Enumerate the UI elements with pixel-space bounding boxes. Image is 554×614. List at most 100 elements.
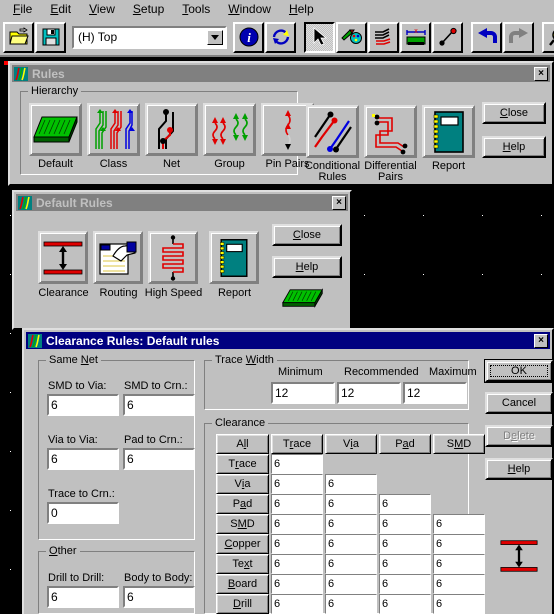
color-settings-button[interactable]	[336, 21, 367, 53]
default-rules-help-button[interactable]: Help	[272, 256, 342, 278]
trace-width-minimum-field[interactable]: 12	[271, 382, 335, 404]
layer-combo[interactable]: (H) Top	[72, 25, 227, 49]
menu-item-setup[interactable]: Setup	[124, 1, 173, 18]
tile-class[interactable]	[87, 103, 140, 156]
matrix-cell-drill-pad[interactable]: 6	[379, 594, 431, 614]
tile-default-report[interactable]	[209, 231, 259, 284]
save-file-button[interactable]	[35, 21, 66, 53]
matrix-cell-smd-via[interactable]: 6	[325, 514, 377, 534]
matrix-corner-all-button[interactable]: All	[216, 434, 269, 454]
smd-to-crn-field[interactable]: 6	[123, 394, 195, 416]
menu-item-view[interactable]: View	[80, 1, 124, 18]
tile-label-routing: Routing	[99, 287, 138, 299]
via-to-via-field[interactable]: 6	[47, 448, 119, 470]
matrix-cell-pad-trace[interactable]: 6	[271, 494, 323, 514]
svg-text:x: x	[414, 28, 418, 35]
rules-titlebar[interactable]: Rules ×	[12, 65, 550, 82]
matrix-col-pad-button[interactable]: Pad	[379, 434, 431, 454]
matrix-cell-board-trace[interactable]: 6	[271, 574, 323, 594]
matrix-col-trace-button[interactable]: Tr ace	[271, 434, 323, 454]
tile-net[interactable]	[145, 103, 198, 156]
drill-to-drill-field[interactable]: 6	[47, 586, 119, 608]
matrix-row-trace-button[interactable]: Tr ace	[216, 454, 269, 474]
matrix-cell-text-via[interactable]: 6	[325, 554, 377, 574]
tile-clearance[interactable]	[38, 231, 88, 284]
tile-group[interactable]	[203, 103, 256, 156]
matrix-cell-copper-via[interactable]: 6	[325, 534, 377, 554]
body-to-body-field[interactable]: 6	[123, 586, 195, 608]
matrix-cell-copper-trace[interactable]: 6	[271, 534, 323, 554]
rules-close-icon[interactable]: ×	[534, 66, 548, 81]
smd-to-via-field[interactable]: 6	[47, 394, 119, 416]
clearance-rules-close-icon[interactable]: ×	[534, 333, 548, 348]
matrix-cell-board-pad[interactable]: 6	[379, 574, 431, 594]
matrix-cell-board-smd[interactable]: 6	[433, 574, 485, 594]
default-rules-close-button[interactable]: Close	[272, 224, 342, 246]
matrix-cell-via-trace[interactable]: 6	[271, 474, 323, 494]
matrix-col-via-button[interactable]: Via	[325, 434, 377, 454]
application-window: File Edit View Setup Tools Window Help (…	[0, 0, 554, 614]
matrix-cell-smd-pad[interactable]: 6	[379, 514, 431, 534]
board-outline-button[interactable]: x	[400, 21, 431, 53]
redo-button[interactable]	[503, 21, 534, 53]
connection-line-button[interactable]	[432, 21, 463, 53]
matrix-row-smd-button[interactable]: SMD	[216, 514, 269, 534]
tile-routing[interactable]	[93, 231, 143, 284]
matrix-row-board-button[interactable]: Board	[216, 574, 269, 594]
matrix-cell-pad-via[interactable]: 6	[325, 494, 377, 514]
zoom-button[interactable]	[542, 21, 554, 53]
tile-default[interactable]	[29, 103, 82, 156]
net-class-traces-icon	[94, 108, 135, 149]
matrix-row-text-button[interactable]: Te x t	[216, 554, 269, 574]
trace-to-crn-field[interactable]: 0	[47, 502, 119, 524]
tile-differential-pairs[interactable]	[364, 105, 417, 158]
ok-button[interactable]: OK	[484, 359, 554, 383]
rules-close-button[interactable]: Close	[482, 102, 546, 124]
matrix-cell-text-pad[interactable]: 6	[379, 554, 431, 574]
select-tool-button[interactable]	[304, 21, 335, 53]
trace-width-maximum-field[interactable]: 12	[403, 382, 467, 404]
matrix-cell-board-via[interactable]: 6	[325, 574, 377, 594]
help-button[interactable]: Help	[485, 458, 553, 480]
open-file-button[interactable]	[3, 21, 34, 53]
clearance-rules-titlebar[interactable]: Clearance Rules: Default rules ×	[26, 332, 550, 349]
refresh-arrows-icon	[272, 29, 289, 45]
pad-to-crn-field[interactable]: 6	[123, 448, 195, 470]
matrix-cell-smd-trace[interactable]: 6	[271, 514, 323, 534]
info-button[interactable]: i	[233, 21, 264, 53]
menu-item-edit[interactable]: Edit	[41, 1, 80, 18]
matrix-row-copper-button[interactable]: Copper	[216, 534, 269, 554]
tile-conditional-rules[interactable]	[306, 105, 359, 158]
pin-pairs-icon	[284, 109, 291, 150]
matrix-cell-pad-pad[interactable]: 6	[379, 494, 431, 514]
undo-button[interactable]	[471, 21, 502, 53]
refresh-button[interactable]	[265, 21, 296, 53]
matrix-row-pad-button[interactable]: Pad	[216, 494, 269, 514]
trace-width-recommended-field[interactable]: 12	[337, 382, 401, 404]
menu-item-tools[interactable]: Tools	[173, 1, 219, 18]
tile-report[interactable]	[422, 105, 475, 158]
matrix-cell-drill-via[interactable]: 6	[325, 594, 377, 614]
menu-item-window[interactable]: Window	[219, 1, 280, 18]
matrix-row-drill-button[interactable]: Drill	[216, 594, 269, 614]
matrix-cell-trace-trace[interactable]: 6	[271, 454, 323, 474]
matrix-col-smd-button[interactable]: SMD	[433, 434, 485, 454]
matrix-cell-copper-smd[interactable]: 6	[433, 534, 485, 554]
default-rules-titlebar[interactable]: Default Rules ×	[16, 194, 348, 211]
rules-help-button[interactable]: Help	[482, 136, 546, 158]
matrix-cell-smd-smd[interactable]: 6	[433, 514, 485, 534]
default-rules-close-icon[interactable]: ×	[332, 195, 346, 210]
matrix-cell-copper-pad[interactable]: 6	[379, 534, 431, 554]
matrix-cell-via-via[interactable]: 6	[325, 474, 377, 494]
chevron-down-icon[interactable]	[207, 29, 223, 45]
matrix-cell-text-smd[interactable]: 6	[433, 554, 485, 574]
route-traces-button[interactable]	[368, 21, 399, 53]
tile-high-speed[interactable]	[148, 231, 198, 284]
cancel-button[interactable]: Cancel	[485, 392, 553, 414]
menu-item-help[interactable]: Help	[280, 1, 323, 18]
matrix-cell-text-trace[interactable]: 6	[271, 554, 323, 574]
matrix-cell-drill-smd[interactable]: 6	[433, 594, 485, 614]
menu-item-file[interactable]: File	[4, 1, 41, 18]
matrix-cell-drill-trace[interactable]: 6	[271, 594, 323, 614]
matrix-row-via-button[interactable]: Via	[216, 474, 269, 494]
